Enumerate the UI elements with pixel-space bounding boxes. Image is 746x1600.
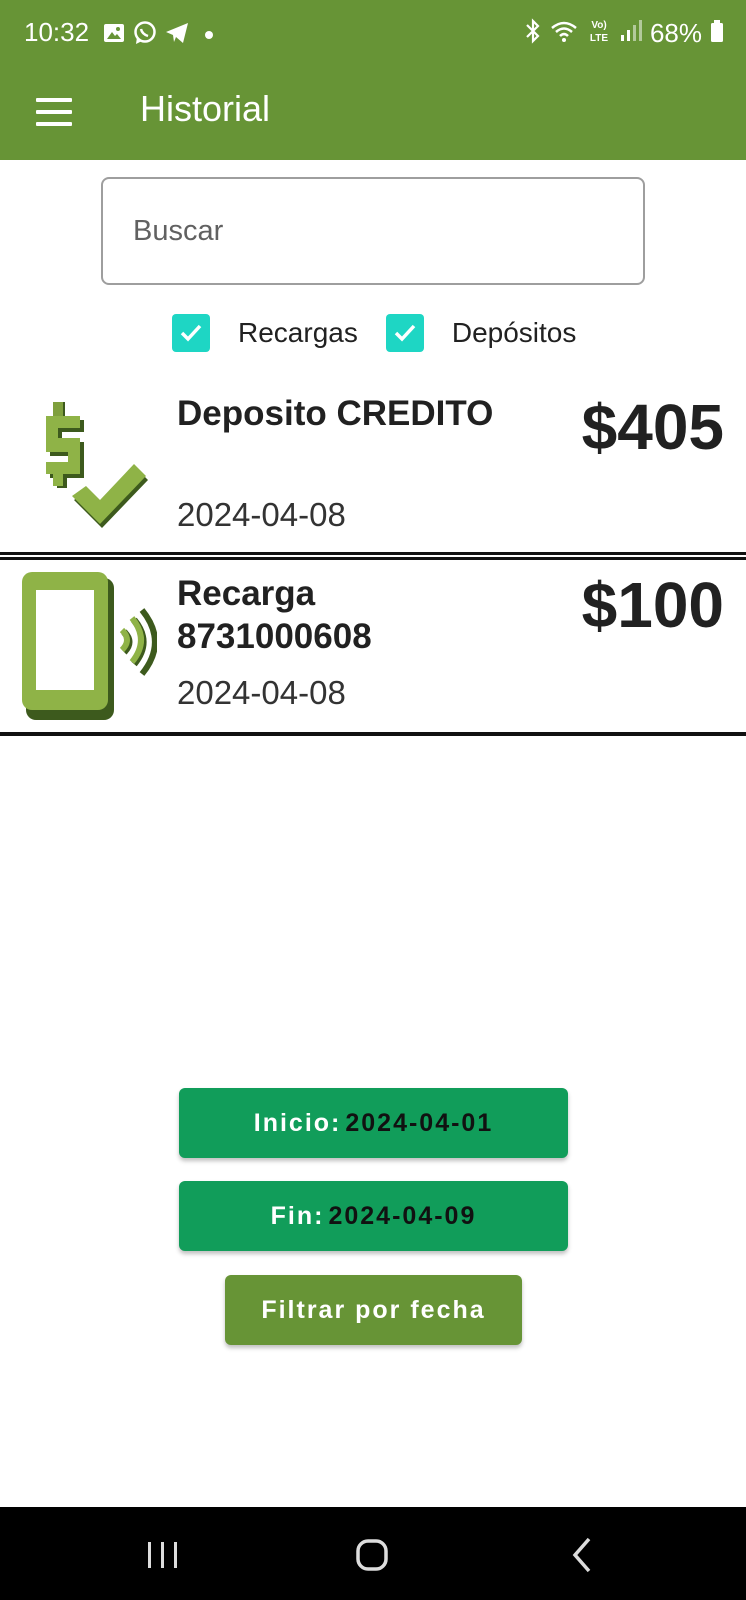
phone-recharge-icon (22, 572, 158, 727)
hamburger-menu-icon[interactable] (30, 88, 78, 136)
transaction-date: 2024-04-08 (177, 674, 346, 711)
transaction-amount: $405 (581, 391, 724, 463)
check-icon (394, 324, 416, 342)
svg-text:LTE: LTE (590, 33, 608, 44)
signal-icon (620, 19, 642, 48)
system-nav-bar (0, 1507, 746, 1600)
search-box[interactable] (101, 177, 645, 285)
status-notification-icons (102, 20, 214, 51)
transaction-date: 2024-04-08 (177, 496, 346, 533)
volte-icon: Vo) LTE (586, 17, 612, 50)
money-check-icon (38, 402, 148, 537)
start-date-button[interactable]: Inicio: 2024-04-01 (179, 1088, 568, 1158)
home-icon[interactable] (342, 1527, 402, 1583)
transaction-title: Deposito CREDITO (177, 394, 494, 433)
status-system-icons: Vo) LTE 68% (524, 17, 724, 50)
end-date-label: Fin: (270, 1201, 325, 1230)
end-date-value: 2024-04-09 (328, 1201, 477, 1230)
type-filters: Recargas Depósitos (172, 314, 576, 352)
search-input[interactable] (133, 209, 613, 253)
filter-by-date-button[interactable]: Filtrar por fecha (225, 1275, 522, 1345)
recargas-label: Recargas (238, 317, 358, 348)
transaction-amount: $100 (581, 569, 724, 641)
gallery-icon (102, 21, 126, 50)
battery-icon (710, 19, 724, 48)
status-bar: 10:32 Vo) LTE 68% (0, 0, 746, 66)
start-date-label: Inicio: (253, 1108, 342, 1137)
depositos-checkbox[interactable] (385, 314, 424, 352)
end-date-button[interactable]: Fin: 2024-04-09 (179, 1181, 568, 1251)
list-item[interactable]: Recarga 8731000608 2024-04-08 $100 (0, 556, 746, 734)
list-item[interactable]: Deposito CREDITO 2024-04-08 $405 (0, 378, 746, 554)
svg-text:Vo): Vo) (591, 20, 606, 31)
wifi-icon (550, 19, 578, 48)
top-bar: 10:32 Vo) LTE 68% Historial (0, 0, 746, 160)
page-title: Historial (140, 88, 271, 129)
transaction-title: Recarga 8731000608 (177, 572, 372, 658)
status-time: 10:32 (24, 17, 90, 47)
transaction-title-line1: Recarga (177, 574, 316, 613)
whatsapp-icon (132, 20, 158, 51)
telegram-icon (164, 20, 190, 51)
bluetooth-icon (524, 18, 542, 49)
recargas-checkbox[interactable] (172, 314, 210, 352)
recent-apps-icon[interactable] (133, 1527, 193, 1583)
depositos-label: Depósitos (451, 317, 577, 348)
transaction-phone-number: 8731000608 (177, 617, 372, 656)
app-bar: Historial (0, 66, 746, 160)
dot-icon (204, 27, 214, 45)
back-icon[interactable] (552, 1527, 612, 1583)
battery-percent: 68% (649, 18, 702, 48)
list-divider (0, 732, 746, 736)
start-date-value: 2024-04-01 (345, 1108, 494, 1137)
check-icon (180, 324, 202, 342)
